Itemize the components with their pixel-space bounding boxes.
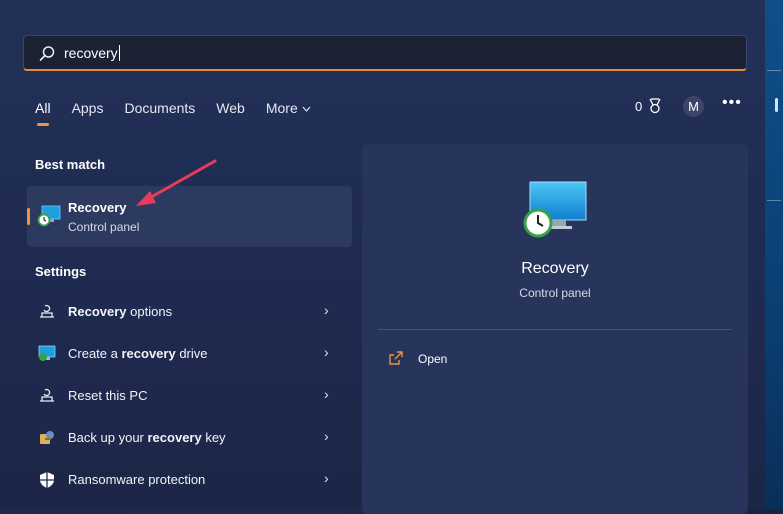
best-match-heading: Best match — [35, 157, 106, 172]
setting-label: Reset this PC — [68, 388, 147, 403]
chevron-down-icon — [302, 106, 311, 112]
divider — [378, 329, 732, 330]
label-post: key — [201, 430, 226, 445]
open-external-icon — [389, 351, 403, 365]
desktop-edge — [765, 0, 783, 509]
chevron-right-icon: › — [324, 428, 329, 444]
recovery-drive-icon — [38, 345, 56, 361]
filter-tabs: All Apps Documents Web More — [35, 100, 332, 126]
open-label: Open — [418, 352, 448, 366]
label-pre: Ransomware protection — [68, 472, 206, 487]
recovery-options-icon — [40, 304, 54, 318]
label-pre: Back up your — [68, 430, 148, 445]
detail-name: Recovery — [521, 260, 589, 277]
search-icon — [39, 46, 55, 61]
points-count: 0 — [635, 98, 643, 114]
shield-icon — [40, 472, 54, 488]
setting-label: Recovery options — [68, 304, 172, 319]
best-match-name: Recovery — [68, 200, 127, 215]
detail-type: Control panel — [519, 286, 591, 300]
best-match-type: Control panel — [68, 220, 140, 234]
setting-label: Back up your recovery key — [68, 430, 226, 445]
edge-line — [767, 200, 781, 201]
tab-all[interactable]: All — [35, 100, 51, 126]
tab-more-label: More — [265, 100, 298, 116]
setting-item-reset-pc[interactable]: Reset this PC › — [27, 376, 352, 416]
annotation-arrow — [136, 159, 217, 206]
avatar[interactable]: M — [683, 96, 704, 117]
more-options-icon[interactable]: ••• — [722, 94, 742, 112]
medal-icon — [649, 98, 661, 114]
tab-apps[interactable]: Apps — [72, 100, 104, 120]
recovery-large-icon — [523, 181, 587, 238]
label-post: options — [126, 304, 173, 319]
label-match: Recovery — [68, 304, 127, 319]
setting-label: Create a recovery drive — [68, 346, 208, 361]
start-search-panel: recovery All Apps Documents Web More 0 M… — [0, 0, 765, 514]
setting-label: Ransomware protection — [68, 472, 205, 487]
label-post: drive — [175, 346, 208, 361]
text-caret — [118, 45, 120, 61]
tab-documents[interactable]: Documents — [124, 100, 195, 120]
reset-pc-icon — [40, 388, 54, 402]
edge-line — [767, 70, 781, 71]
edge-indicator — [775, 98, 778, 112]
chevron-right-icon: › — [324, 302, 329, 318]
label-match: recovery — [121, 346, 176, 361]
detail-pane: Recovery Control panel Open — [362, 144, 748, 514]
settings-heading: Settings — [35, 264, 87, 279]
tab-more[interactable]: More — [266, 100, 311, 120]
setting-item-recovery-options[interactable]: Recovery options › — [27, 292, 352, 332]
tab-web[interactable]: Web — [216, 100, 245, 120]
search-box[interactable]: recovery — [23, 35, 747, 71]
key-icon — [40, 431, 54, 444]
selection-indicator — [27, 208, 30, 225]
setting-item-create-recovery-drive[interactable]: Create a recovery drive › — [27, 334, 352, 374]
label-pre: Create a — [68, 346, 122, 361]
label-pre: Reset this PC — [68, 388, 148, 403]
chevron-right-icon: › — [324, 470, 329, 486]
setting-item-ransomware-protection[interactable]: Ransomware protection › — [27, 460, 352, 500]
recovery-icon — [37, 205, 61, 227]
rewards-points[interactable]: 0 — [635, 98, 663, 114]
chevron-right-icon: › — [324, 386, 329, 402]
chevron-right-icon: › — [324, 344, 329, 360]
setting-item-backup-recovery-key[interactable]: Back up your recovery key › — [27, 418, 352, 458]
search-input[interactable]: recovery — [64, 45, 120, 61]
label-match: recovery — [147, 430, 202, 445]
